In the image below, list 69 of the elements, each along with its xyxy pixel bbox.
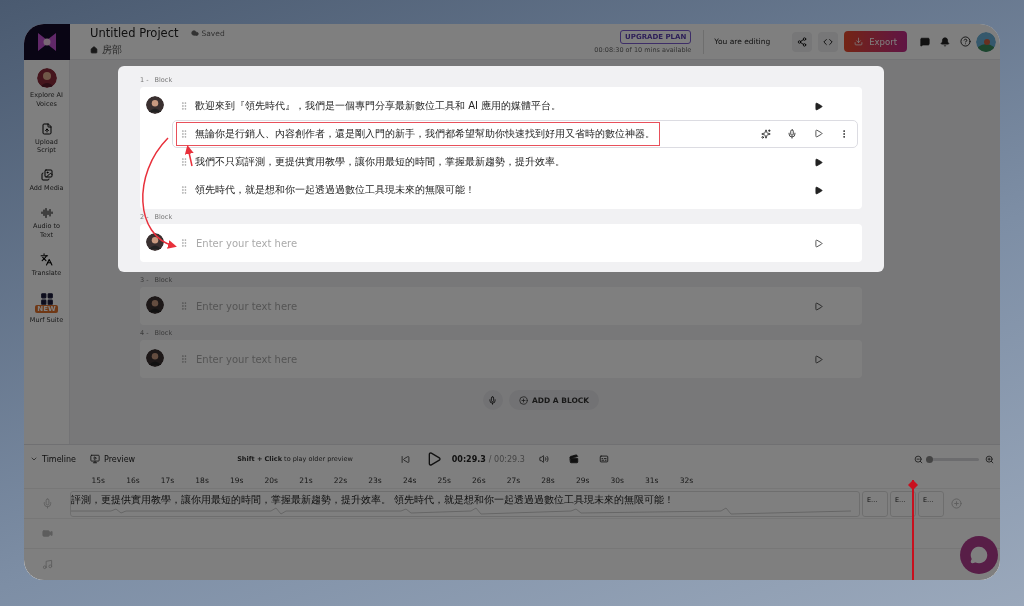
skip-back-icon[interactable] bbox=[400, 454, 410, 464]
paragraph-text: 無論你是行銷人、內容創作者，還是剛入門的新手，我們都希望幫助你快速找到好用又省時的數位神器。 bbox=[195, 127, 655, 141]
drag-handle-icon[interactable] bbox=[179, 301, 189, 311]
media-icon bbox=[40, 169, 53, 182]
chevron-icon bbox=[30, 455, 38, 463]
preview-button[interactable]: Preview bbox=[90, 454, 136, 464]
user-avatar[interactable] bbox=[976, 31, 996, 52]
drag-handle-icon[interactable] bbox=[179, 238, 189, 248]
share-icon bbox=[797, 36, 808, 47]
drag-handle-icon[interactable] bbox=[179, 157, 189, 167]
timeline-toggle[interactable]: Timeline bbox=[30, 454, 76, 464]
paragraph-text: 領先時代，就是想和你一起透過過數位工具現未來的無限可能！ bbox=[195, 183, 475, 197]
music-icon bbox=[41, 558, 53, 570]
volume-icon[interactable] bbox=[538, 454, 549, 464]
script-row[interactable]: 無論你是行銷人、內容創作者，還是剛入門的新手，我們都希望幫助你快速找到好用又省時的數位神器。 bbox=[172, 120, 858, 148]
bell-icon[interactable] bbox=[940, 36, 950, 47]
share-button[interactable] bbox=[792, 31, 813, 52]
code-icon bbox=[823, 36, 834, 47]
audio-text-icon bbox=[40, 206, 53, 219]
drag-handle-icon[interactable] bbox=[179, 354, 189, 364]
plus-icon bbox=[518, 395, 528, 405]
grid-icon bbox=[39, 292, 54, 307]
comment-icon[interactable] bbox=[920, 36, 930, 47]
mic-icon bbox=[41, 498, 53, 509]
cloud-icon bbox=[190, 29, 199, 37]
drag-handle-icon[interactable] bbox=[179, 101, 189, 111]
paragraph-text: 歡迎來到『領先時代』，我們是一個專門分享最新數位工具和 AI 應用的媒體平台。 bbox=[195, 99, 562, 113]
home-icon[interactable] bbox=[90, 46, 98, 54]
export-button[interactable]: Export bbox=[844, 31, 907, 52]
sparkle-icon[interactable] bbox=[761, 129, 771, 139]
voice-avatar-icon bbox=[36, 68, 57, 88]
drag-handle-icon[interactable] bbox=[179, 129, 189, 139]
script-row[interactable]: 領先時代，就是想和你一起透過過數位工具現未來的無限可能！ bbox=[172, 176, 858, 204]
voice-avatar-icon bbox=[146, 233, 164, 251]
slider-thumb[interactable] bbox=[926, 455, 933, 463]
play-icon[interactable] bbox=[813, 185, 823, 195]
add-clip-icon[interactable] bbox=[950, 498, 962, 509]
file-upload-icon bbox=[40, 122, 53, 135]
text-input-field[interactable]: Enter your text here bbox=[140, 224, 862, 262]
play-icon[interactable] bbox=[813, 157, 823, 167]
zoom-in-icon[interactable] bbox=[985, 454, 994, 464]
zoom-out-icon[interactable] bbox=[914, 454, 923, 464]
drag-handle-icon[interactable] bbox=[179, 185, 189, 195]
audio-clip[interactable]: 評測，更提供實用教學，讓你用最短的時間，掌握最新趨勢，提升效率。 領先時代，就是想和你一起透過過數位工具現未來的無限可能！ bbox=[70, 490, 860, 517]
captions-icon[interactable] bbox=[598, 454, 609, 464]
mic-icon[interactable] bbox=[787, 129, 797, 139]
mic-icon bbox=[488, 395, 498, 405]
monitor-icon bbox=[90, 454, 100, 464]
clapperboard-icon[interactable] bbox=[568, 454, 579, 464]
voice-avatar-icon bbox=[146, 296, 164, 314]
current-time: 00:29.3 bbox=[451, 454, 486, 464]
help-icon[interactable] bbox=[960, 36, 971, 47]
paragraph-text: 我們不只寫評測，更提供實用教學，讓你用最短的時間，掌握最新趨勢，提升效率。 bbox=[195, 155, 565, 169]
project-title[interactable]: Untitled Project bbox=[90, 26, 179, 40]
download-icon bbox=[854, 37, 864, 46]
clip-text: 評測，更提供實用教學，讓你用最短的時間，掌握最新趨勢，提升效率。 領先時代，就是想和你一起透過過數位工具現未來的無限可能！ bbox=[71, 492, 676, 507]
logo-icon[interactable] bbox=[24, 24, 70, 60]
embed-button[interactable] bbox=[818, 31, 839, 52]
video-icon bbox=[41, 528, 53, 539]
breadcrumb-link[interactable]: 房部 bbox=[102, 43, 122, 57]
play-icon[interactable] bbox=[813, 101, 823, 111]
translate-icon bbox=[40, 253, 53, 267]
script-row[interactable]: 我們不只寫評測，更提供實用教學，讓你用最短的時間，掌握最新趨勢，提升效率。 bbox=[172, 148, 858, 176]
text-input[interactable]: Enter your text here bbox=[194, 236, 805, 250]
voice-avatar-icon bbox=[146, 96, 164, 114]
voice-avatar-icon bbox=[146, 349, 164, 367]
script-row[interactable]: 歡迎來到『領先時代』，我們是一個專門分享最新數位工具和 AI 應用的媒體平台。 bbox=[172, 92, 858, 120]
voice-record-button[interactable] bbox=[482, 390, 503, 410]
chat-icon bbox=[970, 546, 988, 564]
